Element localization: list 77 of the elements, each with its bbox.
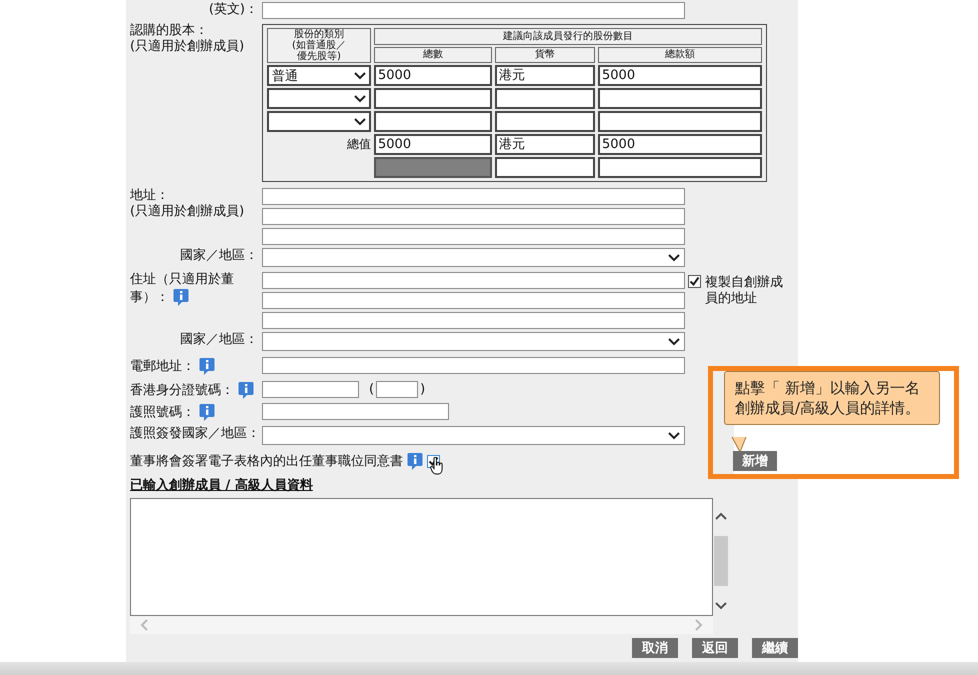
field-label: 電郵地址：	[130, 358, 195, 374]
scroll-up-icon[interactable]	[715, 512, 727, 520]
field-note: (只適用於創辦成員)	[130, 39, 246, 55]
table-input[interactable]	[495, 111, 595, 132]
checkbox[interactable]	[688, 275, 701, 288]
chevron-icon	[668, 338, 680, 346]
info-icon[interactable]	[173, 288, 189, 307]
column-header: 建議向該成員發行的股份數目	[374, 28, 762, 44]
column-header: 股份的類別 (如普通股／ 優先股等)	[267, 28, 371, 63]
check-digit-field[interactable]	[376, 381, 418, 398]
table-input[interactable]	[495, 157, 595, 178]
list-box[interactable]	[130, 498, 713, 616]
hand-cursor-icon	[430, 457, 444, 475]
field-label: 地址：	[130, 188, 170, 204]
address-field[interactable]	[262, 188, 685, 205]
chevron-icon	[354, 118, 366, 126]
table-input[interactable]	[374, 88, 492, 109]
field-label: 事）：	[130, 290, 169, 306]
country-select[interactable]	[262, 332, 685, 351]
add-button[interactable]: 新增	[733, 451, 777, 471]
scroll-down-icon[interactable]	[715, 602, 727, 610]
section-heading: 已輸入創辦成員 / 高級人員資料	[130, 478, 314, 494]
field-label: 護照號碼：	[130, 404, 195, 420]
id-number-field[interactable]	[262, 381, 359, 398]
share-class-select[interactable]: 普通	[267, 65, 371, 86]
passport-field[interactable]	[262, 403, 449, 420]
table-input[interactable]	[495, 88, 595, 109]
table-input[interactable]: 5000	[598, 65, 762, 86]
column-header: 貨幣	[495, 46, 595, 63]
checkbox-label: 複製自創辦成員的地址	[705, 275, 784, 307]
table-input[interactable]	[598, 111, 762, 132]
column-header: 總款額	[598, 46, 762, 63]
chevron-icon	[668, 432, 680, 440]
share-class-select[interactable]	[267, 88, 371, 109]
name-field[interactable]	[262, 2, 685, 19]
scroll-thumb[interactable]	[714, 536, 728, 586]
table-input[interactable]	[598, 88, 762, 109]
tooltip: 點擊「 新增」以輸入另一名創辦成員/高級人員的詳情。	[724, 371, 940, 425]
field-label: 國家／地區：	[179, 248, 259, 264]
address-field[interactable]	[262, 208, 685, 225]
share-class-select[interactable]	[267, 111, 371, 132]
action-button[interactable]: 取消	[632, 638, 678, 658]
info-icon[interactable]	[199, 403, 215, 422]
country-select[interactable]	[262, 426, 685, 445]
table-input[interactable]: 港元	[495, 65, 595, 86]
address-field[interactable]	[262, 272, 685, 289]
field-label: (英文)：	[208, 2, 259, 18]
address-field[interactable]	[262, 228, 685, 245]
table-input[interactable]: 5000	[598, 134, 762, 155]
table-input[interactable]: 港元	[495, 134, 595, 155]
field-label: 國家／地區：	[179, 332, 259, 348]
info-icon[interactable]	[407, 452, 423, 471]
field-label: 認購的股本：	[130, 23, 209, 39]
chevron-icon	[354, 94, 366, 102]
table-input[interactable]	[598, 157, 762, 178]
country-select[interactable]	[262, 248, 685, 267]
chevron-icon	[354, 72, 366, 80]
action-button[interactable]: 繼續	[752, 638, 798, 658]
action-button[interactable]: 返回	[692, 638, 738, 658]
info-icon[interactable]	[199, 357, 215, 376]
table-input[interactable]: 5000	[374, 65, 492, 86]
field-label: 香港身分證號碼：	[130, 382, 234, 398]
email-field[interactable]	[262, 357, 685, 374]
table-input[interactable]: 5000	[374, 134, 492, 155]
info-icon[interactable]	[238, 381, 254, 400]
address-field[interactable]	[262, 292, 685, 309]
field-label: 護照簽發國家／地區：	[130, 426, 261, 442]
column-header: 總數	[374, 46, 492, 63]
consent-label: 董事將會簽署電子表格內的出任董事職位同意書	[130, 454, 403, 470]
total-label: 總值	[347, 137, 371, 151]
field-label: 住址（只適用於董	[130, 272, 234, 287]
address-field[interactable]	[262, 312, 685, 329]
bracket: )	[420, 382, 426, 397]
bracket: (	[369, 382, 374, 397]
chevron-icon	[668, 254, 680, 262]
field-note: (只適用於創辦成員)	[130, 204, 246, 220]
table-input[interactable]	[374, 111, 492, 132]
